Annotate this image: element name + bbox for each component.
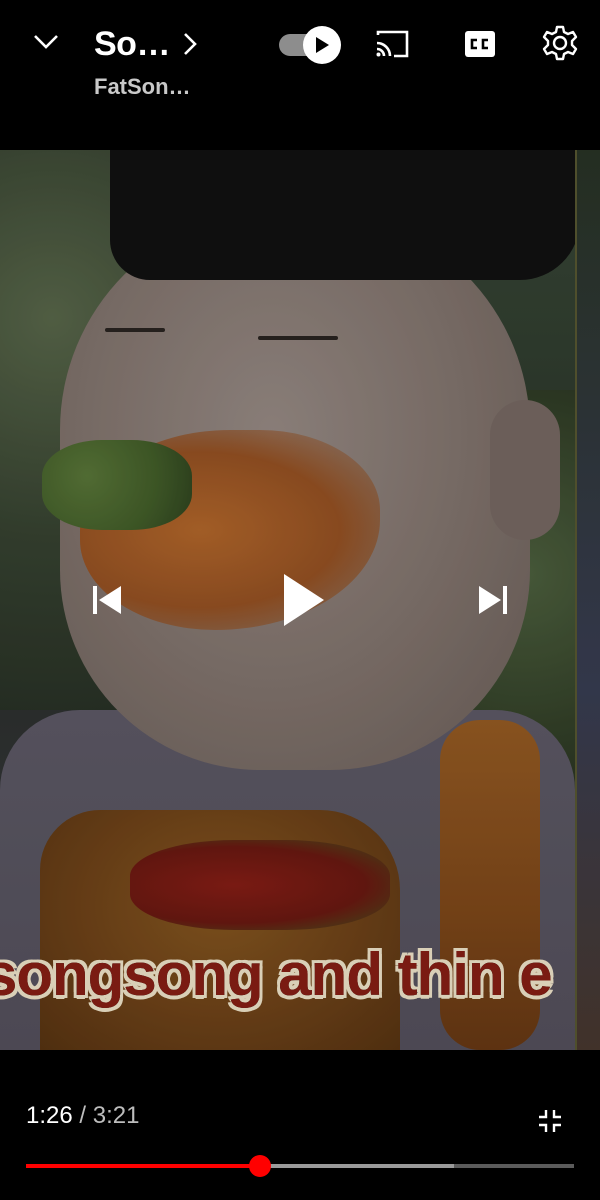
seek-bar-thumb[interactable]	[248, 1155, 271, 1177]
chevron-right-icon	[182, 24, 206, 64]
gear-icon	[542, 25, 578, 61]
seek-bar-played	[26, 1164, 260, 1168]
current-time: 1:26	[26, 1102, 73, 1129]
burned-in-caption: songsong and thin e	[0, 941, 553, 1008]
autoplay-toggle[interactable]	[279, 26, 343, 64]
next-button[interactable]	[472, 580, 514, 620]
previous-button[interactable]	[86, 580, 128, 620]
video-title[interactable]: So…	[94, 22, 170, 66]
time-separator: /	[72, 1102, 93, 1129]
time-display: 1:26 / 3:21	[26, 1102, 139, 1130]
closed-captions-icon	[465, 31, 495, 57]
cast-icon	[376, 30, 409, 58]
cast-button[interactable]	[370, 24, 414, 64]
channel-name[interactable]: FatSon…	[94, 74, 191, 100]
play-button[interactable]	[278, 568, 330, 632]
total-time: 3:21	[92, 1102, 140, 1129]
captions-button[interactable]	[458, 24, 502, 64]
seek-bar[interactable]	[26, 1155, 574, 1177]
top-bar: So… FatSon…	[0, 0, 600, 110]
fullscreen-exit-button[interactable]	[537, 1108, 563, 1134]
collapse-button[interactable]	[22, 20, 70, 64]
skip-next-icon	[479, 586, 507, 614]
title-row[interactable]: So…	[94, 22, 206, 66]
settings-button[interactable]	[537, 20, 583, 66]
chevron-down-icon	[34, 35, 58, 49]
play-icon	[284, 574, 324, 626]
autoplay-toggle-icon	[303, 26, 341, 64]
fullscreen-exit-icon	[539, 1110, 561, 1132]
skip-previous-icon	[93, 586, 121, 614]
video-frame[interactable]: songsong and thin e	[0, 150, 600, 1050]
video-player-screen: So… FatSon… songsong and thin e 1:26 / 3…	[0, 0, 600, 1200]
